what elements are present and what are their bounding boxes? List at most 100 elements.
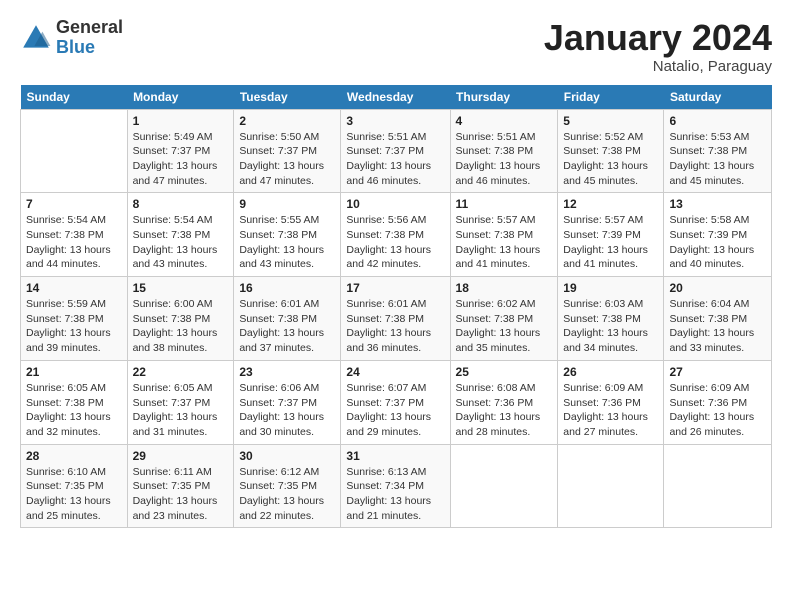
calendar-cell: 8 Sunrise: 5:54 AM Sunset: 7:38 PM Daylig… xyxy=(127,193,234,277)
calendar-cell: 12Sunrise: 5:57 AM Sunset: 7:39 PM Dayli… xyxy=(558,193,664,277)
calendar-cell: 10 Sunrise: 5:56 AM Sunset: 7:38 PM Dayli… xyxy=(341,193,450,277)
day-number: 29 xyxy=(133,449,229,463)
logo: General Blue xyxy=(20,18,123,58)
day-info: Sunrise: 6:06 AM Sunset: 7:37 PM Dayligh… xyxy=(239,381,335,440)
day-number: 18 xyxy=(456,281,553,295)
day-number: 2 xyxy=(239,114,335,128)
day-number: 10 xyxy=(346,197,444,211)
calendar-cell: 27 Sunrise: 6:09 AM Sunset: 7:36 PM Dayli… xyxy=(664,360,772,444)
day-number: 1 xyxy=(133,114,229,128)
week-row-5: 28 Sunrise: 6:10 AM Sunset: 7:35 PM Dayli… xyxy=(21,444,772,528)
day-info: Sunrise: 5:54 AM Sunset: 7:38 PM Dayligh… xyxy=(133,213,229,272)
calendar-cell: 3 Sunrise: 5:51 AM Sunset: 7:37 PM Daylig… xyxy=(341,109,450,193)
calendar-cell: 17Sunrise: 6:01 AM Sunset: 7:38 PM Dayli… xyxy=(341,277,450,361)
calendar-body: 1 Sunrise: 5:49 AM Sunset: 7:37 PM Daylig… xyxy=(21,109,772,528)
week-row-4: 21 Sunrise: 6:05 AM Sunset: 7:38 PM Dayli… xyxy=(21,360,772,444)
day-info: Sunrise: 6:03 AM Sunset: 7:38 PM Dayligh… xyxy=(563,297,658,356)
week-row-3: 14Sunrise: 5:59 AM Sunset: 7:38 PM Dayli… xyxy=(21,277,772,361)
day-info: Sunrise: 5:59 AM Sunset: 7:38 PM Dayligh… xyxy=(26,297,122,356)
day-number: 11 xyxy=(456,197,553,211)
calendar-cell: 28 Sunrise: 6:10 AM Sunset: 7:35 PM Dayli… xyxy=(21,444,128,528)
location-subtitle: Natalio, Paraguay xyxy=(544,58,772,75)
day-number: 16 xyxy=(239,281,335,295)
calendar-cell: 31 Sunrise: 6:13 AM Sunset: 7:34 PM Dayli… xyxy=(341,444,450,528)
day-info: Sunrise: 6:10 AM Sunset: 7:35 PM Dayligh… xyxy=(26,465,122,524)
day-number: 27 xyxy=(669,365,766,379)
header-wednesday: Wednesday xyxy=(341,85,450,110)
week-row-1: 1 Sunrise: 5:49 AM Sunset: 7:37 PM Daylig… xyxy=(21,109,772,193)
day-info: Sunrise: 5:51 AM Sunset: 7:37 PM Dayligh… xyxy=(346,130,444,189)
day-info: Sunrise: 6:12 AM Sunset: 7:35 PM Dayligh… xyxy=(239,465,335,524)
day-info: Sunrise: 6:09 AM Sunset: 7:36 PM Dayligh… xyxy=(563,381,658,440)
day-number: 28 xyxy=(26,449,122,463)
logo-text: General Blue xyxy=(56,18,123,58)
calendar-cell: 6Sunrise: 5:53 AM Sunset: 7:38 PM Daylig… xyxy=(664,109,772,193)
day-number: 26 xyxy=(563,365,658,379)
day-info: Sunrise: 6:09 AM Sunset: 7:36 PM Dayligh… xyxy=(669,381,766,440)
calendar-cell: 1 Sunrise: 5:49 AM Sunset: 7:37 PM Daylig… xyxy=(127,109,234,193)
day-info: Sunrise: 6:01 AM Sunset: 7:38 PM Dayligh… xyxy=(346,297,444,356)
day-number: 24 xyxy=(346,365,444,379)
page: General Blue January 2024 Natalio, Parag… xyxy=(0,0,792,538)
day-info: Sunrise: 6:08 AM Sunset: 7:36 PM Dayligh… xyxy=(456,381,553,440)
calendar-cell: 15 Sunrise: 6:00 AM Sunset: 7:38 PM Dayli… xyxy=(127,277,234,361)
header-sunday: Sunday xyxy=(21,85,128,110)
day-number: 19 xyxy=(563,281,658,295)
day-info: Sunrise: 6:01 AM Sunset: 7:38 PM Dayligh… xyxy=(239,297,335,356)
day-info: Sunrise: 5:52 AM Sunset: 7:38 PM Dayligh… xyxy=(563,130,658,189)
day-info: Sunrise: 5:51 AM Sunset: 7:38 PM Dayligh… xyxy=(456,130,553,189)
calendar-cell: 5 Sunrise: 5:52 AM Sunset: 7:38 PM Daylig… xyxy=(558,109,664,193)
day-number: 21 xyxy=(26,365,122,379)
day-info: Sunrise: 6:05 AM Sunset: 7:38 PM Dayligh… xyxy=(26,381,122,440)
week-row-2: 7 Sunrise: 5:54 AM Sunset: 7:38 PM Daylig… xyxy=(21,193,772,277)
calendar-cell: 18 Sunrise: 6:02 AM Sunset: 7:38 PM Dayli… xyxy=(450,277,558,361)
day-number: 8 xyxy=(133,197,229,211)
day-info: Sunrise: 6:07 AM Sunset: 7:37 PM Dayligh… xyxy=(346,381,444,440)
day-info: Sunrise: 6:11 AM Sunset: 7:35 PM Dayligh… xyxy=(133,465,229,524)
title-block: January 2024 Natalio, Paraguay xyxy=(544,18,772,75)
day-number: 25 xyxy=(456,365,553,379)
weekday-header-row: Sunday Monday Tuesday Wednesday Thursday… xyxy=(21,85,772,110)
calendar-cell: 23 Sunrise: 6:06 AM Sunset: 7:37 PM Dayli… xyxy=(234,360,341,444)
calendar-cell: 25 Sunrise: 6:08 AM Sunset: 7:36 PM Dayli… xyxy=(450,360,558,444)
calendar-cell: 9Sunrise: 5:55 AM Sunset: 7:38 PM Daylig… xyxy=(234,193,341,277)
day-info: Sunrise: 5:58 AM Sunset: 7:39 PM Dayligh… xyxy=(669,213,766,272)
day-info: Sunrise: 6:02 AM Sunset: 7:38 PM Dayligh… xyxy=(456,297,553,356)
day-info: Sunrise: 6:05 AM Sunset: 7:37 PM Dayligh… xyxy=(133,381,229,440)
day-number: 31 xyxy=(346,449,444,463)
calendar-cell: 21 Sunrise: 6:05 AM Sunset: 7:38 PM Dayli… xyxy=(21,360,128,444)
calendar-cell: 7 Sunrise: 5:54 AM Sunset: 7:38 PM Daylig… xyxy=(21,193,128,277)
header-thursday: Thursday xyxy=(450,85,558,110)
day-number: 15 xyxy=(133,281,229,295)
day-info: Sunrise: 5:54 AM Sunset: 7:38 PM Dayligh… xyxy=(26,213,122,272)
logo-blue: Blue xyxy=(56,38,123,58)
day-number: 20 xyxy=(669,281,766,295)
day-info: Sunrise: 5:53 AM Sunset: 7:38 PM Dayligh… xyxy=(669,130,766,189)
calendar-table: Sunday Monday Tuesday Wednesday Thursday… xyxy=(20,85,772,529)
calendar-cell: 19 Sunrise: 6:03 AM Sunset: 7:38 PM Dayli… xyxy=(558,277,664,361)
header-monday: Monday xyxy=(127,85,234,110)
calendar-cell: 2 Sunrise: 5:50 AM Sunset: 7:37 PM Daylig… xyxy=(234,109,341,193)
calendar-cell: 24 Sunrise: 6:07 AM Sunset: 7:37 PM Dayli… xyxy=(341,360,450,444)
day-number: 3 xyxy=(346,114,444,128)
day-info: Sunrise: 6:13 AM Sunset: 7:34 PM Dayligh… xyxy=(346,465,444,524)
logo-general: General xyxy=(56,18,123,38)
calendar-cell: 4Sunrise: 5:51 AM Sunset: 7:38 PM Daylig… xyxy=(450,109,558,193)
day-number: 23 xyxy=(239,365,335,379)
header: General Blue January 2024 Natalio, Parag… xyxy=(20,18,772,75)
day-info: Sunrise: 5:56 AM Sunset: 7:38 PM Dayligh… xyxy=(346,213,444,272)
day-number: 30 xyxy=(239,449,335,463)
day-number: 7 xyxy=(26,197,122,211)
day-number: 5 xyxy=(563,114,658,128)
day-info: Sunrise: 6:00 AM Sunset: 7:38 PM Dayligh… xyxy=(133,297,229,356)
day-info: Sunrise: 5:50 AM Sunset: 7:37 PM Dayligh… xyxy=(239,130,335,189)
calendar-cell: 30 Sunrise: 6:12 AM Sunset: 7:35 PM Dayli… xyxy=(234,444,341,528)
day-info: Sunrise: 5:49 AM Sunset: 7:37 PM Dayligh… xyxy=(133,130,229,189)
calendar-header: Sunday Monday Tuesday Wednesday Thursday… xyxy=(21,85,772,110)
day-info: Sunrise: 5:57 AM Sunset: 7:39 PM Dayligh… xyxy=(563,213,658,272)
day-number: 22 xyxy=(133,365,229,379)
calendar-cell: 13Sunrise: 5:58 AM Sunset: 7:39 PM Dayli… xyxy=(664,193,772,277)
header-saturday: Saturday xyxy=(664,85,772,110)
month-title: January 2024 xyxy=(544,18,772,58)
calendar-cell: 26 Sunrise: 6:09 AM Sunset: 7:36 PM Dayli… xyxy=(558,360,664,444)
